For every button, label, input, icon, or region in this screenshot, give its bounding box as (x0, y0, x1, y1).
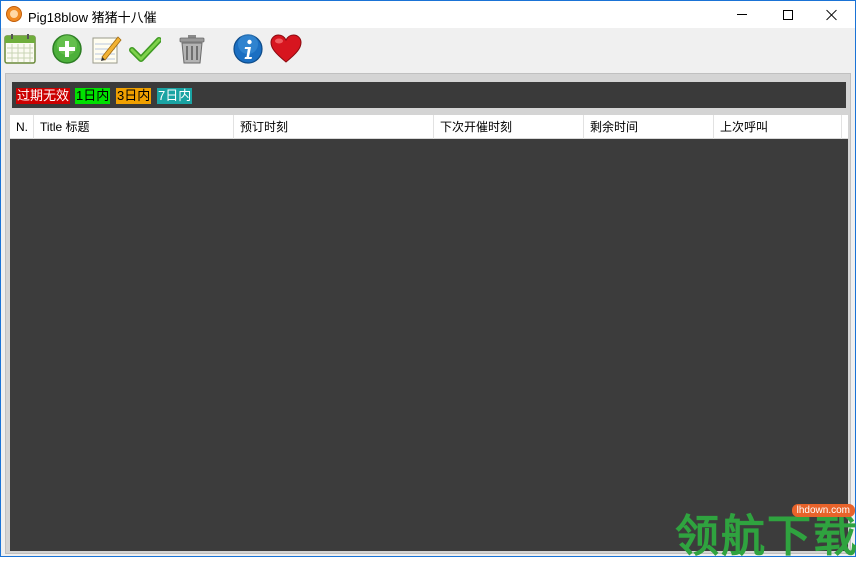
task-list[interactable] (10, 139, 848, 551)
calendar-icon (4, 34, 36, 64)
add-button[interactable] (50, 32, 84, 66)
watermark-logo: 领航下载 lhdown.com (673, 498, 856, 562)
column-header-last-call[interactable]: 上次呼叫 (714, 115, 842, 139)
legend-within-3-days: 3日内 (116, 88, 152, 104)
watermark-site: lhdown.com (791, 504, 855, 517)
legend-within-1-day: 1日内 (75, 88, 111, 104)
status-legend: 过期无效 1日内 3日内 7日内 (12, 82, 846, 108)
pencil-notepad-icon (92, 36, 122, 64)
edit-button[interactable] (89, 32, 123, 66)
column-header-booked-time[interactable]: 预订时刻 (234, 115, 434, 139)
trash-icon (179, 35, 205, 64)
done-button[interactable] (128, 32, 162, 66)
minimize-icon (737, 14, 747, 15)
column-header-title[interactable]: Title 标题 (34, 115, 234, 139)
maximize-icon (783, 9, 793, 20)
legend-within-7-days: 7日内 (157, 88, 193, 104)
app-window: Pig18blow 猪猪十八催 过期无效 1日内 3日内 7日内 N. Titl… (0, 0, 856, 562)
title-bar: Pig18blow 猪猪十八催 (1, 1, 855, 28)
content-panel: 过期无效 1日内 3日内 7日内 N. Title 标题 预订时刻 下次开催时刻… (5, 73, 851, 554)
table-header: N. Title 标题 预订时刻 下次开催时刻 剩余时间 上次呼叫 (10, 115, 848, 139)
legend-expired: 过期无效 (16, 88, 71, 104)
pig-app-icon (6, 6, 22, 22)
window-title: Pig18blow 猪猪十八催 (28, 10, 157, 25)
calendar-button[interactable] (3, 32, 37, 66)
favorite-button[interactable] (269, 32, 303, 66)
info-button[interactable] (231, 32, 265, 66)
minimize-button[interactable] (719, 1, 765, 28)
info-circle-icon (233, 34, 263, 64)
maximize-button[interactable] (765, 1, 811, 28)
delete-button[interactable] (175, 32, 209, 66)
close-button[interactable] (809, 1, 855, 28)
heart-icon (270, 34, 302, 63)
column-header-number[interactable]: N. (10, 115, 34, 139)
close-icon (826, 9, 838, 21)
toolbar (1, 28, 855, 70)
column-header-remaining-time[interactable]: 剩余时间 (584, 115, 714, 139)
column-header-next-reminder[interactable]: 下次开催时刻 (434, 115, 584, 139)
plus-circle-icon (52, 34, 82, 64)
checkmark-icon (129, 37, 161, 62)
